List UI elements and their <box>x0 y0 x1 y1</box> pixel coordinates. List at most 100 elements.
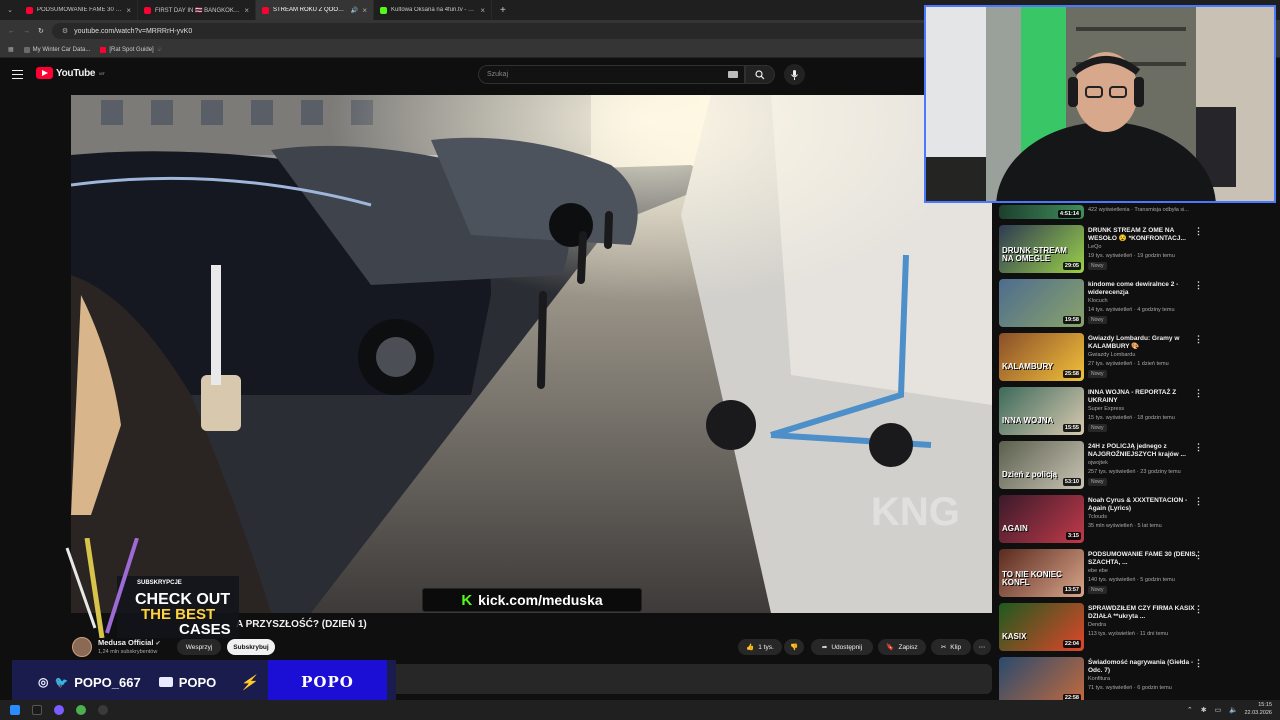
app-icon[interactable] <box>54 705 64 715</box>
recommendation-item[interactable]: DRUNK STREAM NA OMEGLE 29:05 DRUNK STREAM … <box>998 225 1212 275</box>
subscribe-button[interactable]: Subskrybuj <box>227 639 275 655</box>
youtube-logo[interactable]: YouTube MT <box>36 67 105 79</box>
stream-logo: POPO <box>268 660 387 704</box>
chrome-icon[interactable] <box>76 705 86 715</box>
recommendation-item[interactable]: INNA WOJNA 15:55 INNA WOJNA - REPORTAŻ Z U… <box>998 387 1212 437</box>
close-icon[interactable]: × <box>244 6 249 15</box>
menu-icon[interactable] <box>12 70 23 79</box>
dislike-button[interactable]: 👎 <box>784 639 804 655</box>
video-title[interactable]: PODSUMOWANIE FAME 30 (DENIS, SZACHTA, ..… <box>1088 551 1198 567</box>
support-button[interactable]: Wesprzyj <box>177 639 221 655</box>
video-thumbnail[interactable]: 19:58 <box>999 279 1084 327</box>
apps-icon[interactable]: ▦ <box>8 46 14 53</box>
clip-button[interactable]: ✂ Klip <box>931 639 971 655</box>
voice-search-button[interactable] <box>784 64 805 85</box>
system-clock[interactable]: 15:15 22.03.2026 <box>1244 701 1272 717</box>
new-tab-icon[interactable]: + <box>492 5 514 16</box>
video-thumbnail[interactable]: INNA WOJNA 15:55 <box>999 387 1084 435</box>
more-options-icon[interactable]: ⋮ <box>1194 334 1203 345</box>
browser-tab[interactable]: FIRST DAY IN 🇹🇭 BANGKOK - Vo... × <box>138 0 256 20</box>
more-options-icon[interactable]: ⋮ <box>1194 388 1203 399</box>
close-icon[interactable]: × <box>126 6 131 15</box>
video-thumbnail[interactable]: 22:58 <box>999 657 1084 705</box>
bookmark-item[interactable]: My Winter Car Data... <box>23 46 90 53</box>
start-icon[interactable] <box>10 705 20 715</box>
more-actions-button[interactable]: ⋯ <box>973 639 991 655</box>
recommendation-item[interactable]: Dzień z policją 53:10 24H z POLICJĄ jedneg… <box>998 441 1212 491</box>
back-icon[interactable]: ← <box>8 28 15 35</box>
video-thumbnail[interactable]: TO NIE KONIEC KONFL 13:57 <box>999 549 1084 597</box>
video-thumbnail[interactable]: Dzień z policją 53:10 <box>999 441 1084 489</box>
video-title[interactable]: Gwiazdy Lombardu: Gramy w KALAMBURY 🎨 <box>1088 335 1198 351</box>
video-watermark: KNG <box>871 490 960 534</box>
like-button[interactable]: 👍 1 tys. <box>738 639 782 655</box>
channel-name[interactable]: Klocuch <box>1088 298 1108 304</box>
video-thumbnail[interactable]: KALAMBURY 25:58 <box>999 333 1084 381</box>
tab-search-icon[interactable]: ⌄ <box>0 0 20 20</box>
more-options-icon[interactable]: ⋮ <box>1194 604 1203 615</box>
more-options-icon[interactable]: ⋮ <box>1194 496 1203 507</box>
video-title[interactable]: SPRAWDZIŁEM CZY FIRMA KASIX DZIAŁA **ukr… <box>1088 605 1198 621</box>
more-options-icon[interactable]: ⋮ <box>1194 280 1203 291</box>
recommendation-item[interactable]: TO NIE KONIEC KONFL 13:57 PODSUMOWANIE FAM… <box>998 549 1212 599</box>
video-thumbnail[interactable]: DRUNK STREAM NA OMEGLE 29:05 <box>999 225 1084 273</box>
channel-avatar[interactable] <box>72 637 92 657</box>
more-options-icon[interactable]: ⋮ <box>1194 658 1203 669</box>
speaker-icon[interactable]: 🔊 <box>351 7 358 14</box>
new-badge: Nowy <box>1088 262 1107 270</box>
youtube-icon <box>158 677 173 687</box>
network-icon[interactable]: ▭ <box>1215 706 1222 714</box>
channel-name[interactable]: Medusa Official ✔ <box>98 638 161 647</box>
video-meta: 140 tys. wyświetleń · 5 godzin temu <box>1088 577 1175 583</box>
save-button[interactable]: 🔖 Zapisz <box>878 639 926 655</box>
recommendation-item[interactable]: 19:58 kindome come dewiralnce 2 - widerec… <box>998 279 1212 329</box>
video-title[interactable]: DRUNK STREAM Z OME NA WESOŁO 😵 *KONFRONT… <box>1088 227 1198 243</box>
site-info-icon[interactable]: ⚙ <box>62 27 68 35</box>
channel-name[interactable]: Dendra <box>1088 622 1106 628</box>
share-button[interactable]: ➦ Udostępnij <box>811 639 873 655</box>
tab-title: Kultowa Oksana na 4fun.tv - dy... <box>391 7 477 13</box>
video-player[interactable]: KNG <box>71 95 992 613</box>
video-title[interactable]: INNA WOJNA - REPORTAŻ Z UKRAINY <box>1088 389 1198 405</box>
bookmark-item[interactable]: [Rat Spot Guide] ♧ <box>100 46 162 53</box>
more-options-icon[interactable]: ⋮ <box>1194 442 1203 453</box>
streamer-webcam <box>924 5 1276 203</box>
browser-tab-active[interactable]: STREAM ROKU Z QOOSIK 🔊 × <box>256 0 374 20</box>
channel-name[interactable]: LeQo <box>1088 244 1101 250</box>
youtube-icon <box>144 6 151 14</box>
recommendation-item[interactable]: AGAIN 3:15 Noah Cyrus & XXXTENTACION - Aga… <box>998 495 1212 545</box>
volume-icon[interactable]: 🔈 <box>1229 706 1238 714</box>
channel-name[interactable]: Konfitura <box>1088 676 1110 682</box>
bluetooth-icon[interactable]: ✱ <box>1201 706 1207 714</box>
close-icon[interactable]: × <box>480 6 485 15</box>
chevron-up-icon[interactable]: ⌃ <box>1187 706 1193 714</box>
keyboard-icon[interactable] <box>728 71 738 78</box>
recommendation-item[interactable]: KASIX 22:04 SPRAWDZIŁEM CZY FIRMA KASIX DZ… <box>998 603 1212 653</box>
browser-tab[interactable]: Kultowa Oksana na 4fun.tv - dy... × <box>374 0 492 20</box>
recommendation-item[interactable]: KALAMBURY 25:58 Gwiazdy Lombardu: Gramy w … <box>998 333 1212 383</box>
channel-name[interactable]: Super Express <box>1088 406 1124 412</box>
browser-tab[interactable]: PODSUMOWANIE FAME 30 (D... × <box>20 0 138 20</box>
channel-name[interactable]: ojwojtek <box>1088 460 1108 466</box>
search-input[interactable]: Szukaj <box>478 65 745 84</box>
search-button[interactable] <box>745 65 775 84</box>
video-thumbnail[interactable]: AGAIN 3:15 <box>999 495 1084 543</box>
video-title[interactable]: Noah Cyrus & XXXTENTACION - Again (Lyric… <box>1088 497 1198 513</box>
video-thumbnail[interactable]: 4:51:14 <box>999 205 1084 219</box>
channel-name[interactable]: ebe ebe <box>1088 568 1108 574</box>
more-options-icon[interactable]: ⋮ <box>1194 550 1203 561</box>
video-title[interactable]: kindome come dewiralnce 2 - widerecenzja <box>1088 281 1198 297</box>
video-thumbnail[interactable]: KASIX 22:04 <box>999 603 1084 651</box>
settings-icon[interactable] <box>98 705 108 715</box>
reload-icon[interactable]: ↻ <box>38 27 44 35</box>
video-meta: 14 tys. wyświetleń · 4 godziny temu <box>1088 307 1175 313</box>
recommendation-item[interactable]: 4:51:14 422 wyświetlenia · Transmisja od… <box>998 205 1212 219</box>
forward-icon[interactable]: → <box>23 28 30 35</box>
channel-name[interactable]: Gwiazdy Lombardu <box>1088 352 1135 358</box>
video-title[interactable]: 24H z POLICJĄ jednego z NAJGROŹNIEJSZYCH… <box>1088 443 1198 459</box>
channel-name[interactable]: 7clouds <box>1088 514 1107 520</box>
video-title[interactable]: Świadomość nagrywania (Giełda - Odc. 7) <box>1088 659 1198 675</box>
more-options-icon[interactable]: ⋮ <box>1194 226 1203 237</box>
close-icon[interactable]: × <box>362 6 367 15</box>
terminal-icon[interactable] <box>32 705 42 715</box>
